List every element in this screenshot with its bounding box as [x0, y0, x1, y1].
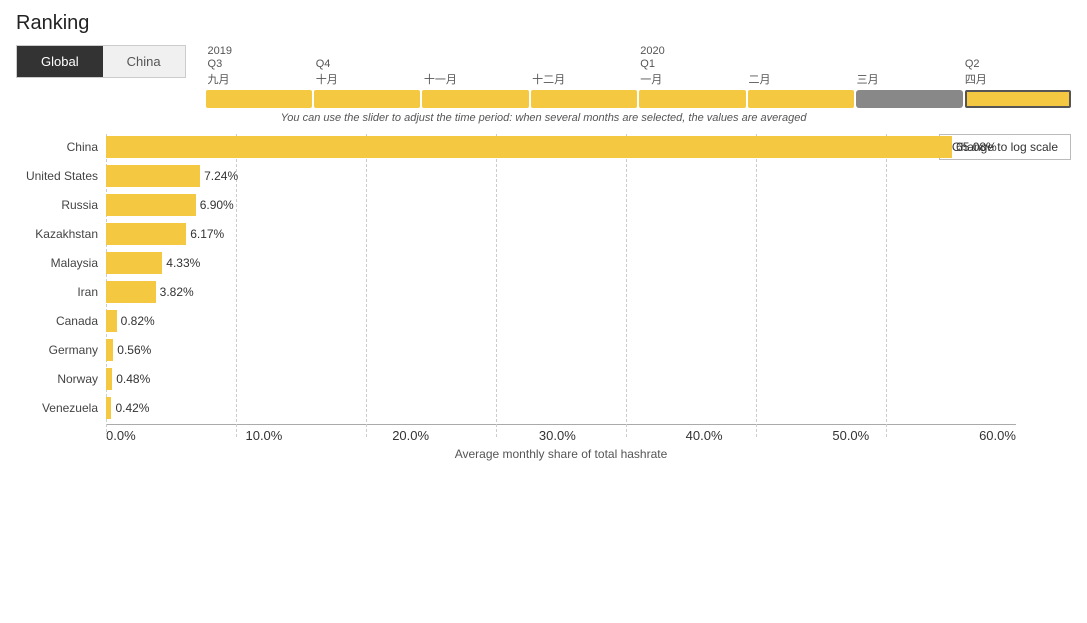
- month-5: 一月: [638, 71, 746, 87]
- tab-china[interactable]: China: [103, 46, 185, 77]
- slider-seg-3: [422, 90, 528, 108]
- timeline-slider[interactable]: [206, 90, 1071, 108]
- x-tick-50: 50.0%: [832, 428, 869, 443]
- bar-fill: [106, 397, 111, 419]
- slider-seg-5: [639, 90, 745, 108]
- slider-seg-1: [206, 90, 312, 108]
- x-tick-10: 10.0%: [245, 428, 282, 443]
- bar-row: United States 7.24%: [16, 163, 1071, 189]
- slider-seg-6: [748, 90, 854, 108]
- month-2: 十月: [314, 71, 422, 87]
- bar-fill: [106, 252, 162, 274]
- bar-country-label: Venezuela: [16, 401, 106, 415]
- bar-value: 0.82%: [121, 314, 155, 328]
- bar-value: 6.90%: [200, 198, 234, 212]
- year-2020-label: 2020: [638, 45, 746, 57]
- q1-label: Q1: [638, 58, 746, 70]
- bar-value: 3.82%: [160, 285, 194, 299]
- slider-seg-2: [314, 90, 420, 108]
- bar-country-label: Iran: [16, 285, 106, 299]
- bar-track: 0.48%: [106, 368, 1016, 390]
- bar-country-label: Norway: [16, 372, 106, 386]
- month-4: 十二月: [530, 71, 638, 87]
- bar-track: 4.33%: [106, 252, 1016, 274]
- bar-country-label: Canada: [16, 314, 106, 328]
- bar-fill: [106, 165, 200, 187]
- bar-fill: [106, 281, 156, 303]
- month-3: 十一月: [422, 71, 530, 87]
- bar-value: 6.17%: [190, 227, 224, 241]
- x-tick-40: 40.0%: [686, 428, 723, 443]
- bar-track: 6.90%: [106, 194, 1016, 216]
- bar-row: Canada 0.82%: [16, 308, 1071, 334]
- chart-area: Change to log scale China65.08%United St…: [16, 134, 1071, 461]
- bar-row: Norway 0.48%: [16, 366, 1071, 392]
- month-6: 二月: [746, 71, 854, 87]
- month-8: 四月: [963, 71, 1071, 87]
- timeline: 2019 2020 Q3 Q4 Q1 Q2 九月 十月 十一月 十二月 一月 二…: [206, 45, 1071, 108]
- month-1: 九月: [206, 71, 314, 87]
- q4-label: Q4: [314, 58, 422, 70]
- bar-value: 0.56%: [117, 343, 151, 357]
- slider-seg-8: [965, 90, 1071, 108]
- bar-track: 6.17%: [106, 223, 1016, 245]
- timeline-hint: You can use the slider to adjust the tim…: [16, 112, 1071, 124]
- bar-value: 7.24%: [204, 169, 238, 183]
- bar-row: Russia 6.90%: [16, 192, 1071, 218]
- bar-track: 7.24%: [106, 165, 1016, 187]
- q2-label: Q2: [963, 58, 1071, 70]
- bar-fill: [106, 194, 196, 216]
- bar-country-label: China: [16, 140, 106, 154]
- bar-fill: [106, 368, 112, 390]
- x-axis-title: Average monthly share of total hashrate: [106, 447, 1016, 461]
- bar-country-label: Kazakhstan: [16, 227, 106, 241]
- slider-handle-left[interactable]: [856, 90, 962, 108]
- bar-track: 0.42%: [106, 397, 1016, 419]
- bar-row: Venezuela 0.42%: [16, 395, 1071, 421]
- bar-track: 0.56%: [106, 339, 1016, 361]
- bar-fill: [106, 223, 186, 245]
- bar-value: 0.48%: [116, 372, 150, 386]
- x-tick-60: 60.0%: [979, 428, 1016, 443]
- bar-value: 0.42%: [115, 401, 149, 415]
- x-tick-0: 0.0%: [106, 428, 136, 443]
- bar-country-label: Malaysia: [16, 256, 106, 270]
- bar-row: Kazakhstan 6.17%: [16, 221, 1071, 247]
- x-tick-20: 20.0%: [392, 428, 429, 443]
- month-7: 三月: [855, 71, 963, 87]
- bar-track: 3.82%: [106, 281, 1016, 303]
- x-axis: 0.0% 10.0% 20.0% 30.0% 40.0% 50.0% 60.0%: [106, 424, 1016, 443]
- tab-global[interactable]: Global: [17, 46, 103, 77]
- x-tick-30: 30.0%: [539, 428, 576, 443]
- q3-label: Q3: [206, 58, 314, 70]
- bar-fill: [106, 310, 117, 332]
- bar-fill: [106, 136, 952, 158]
- tab-group: Global China: [16, 45, 186, 78]
- bar-track: 65.08%: [106, 136, 1016, 158]
- bar-country-label: Germany: [16, 343, 106, 357]
- bar-country-label: United States: [16, 169, 106, 183]
- bar-row: Germany 0.56%: [16, 337, 1071, 363]
- bar-value: 65.08%: [956, 140, 997, 154]
- bar-row: Malaysia 4.33%: [16, 250, 1071, 276]
- bar-value: 4.33%: [166, 256, 200, 270]
- bar-row: Iran 3.82%: [16, 279, 1071, 305]
- bar-row: China 65.08%: [16, 134, 1071, 160]
- page-title: Ranking: [16, 12, 1071, 35]
- bars-container: China 65.08% United States 7.24% Russia 6.90%…: [16, 134, 1071, 421]
- bar-chart: China 65.08% United States 7.24% Russia 6.90%…: [16, 134, 1071, 461]
- slider-seg-4: [531, 90, 637, 108]
- bar-fill: [106, 339, 113, 361]
- bar-country-label: Russia: [16, 198, 106, 212]
- year-2019-label: 2019: [206, 45, 314, 57]
- bar-track: 0.82%: [106, 310, 1016, 332]
